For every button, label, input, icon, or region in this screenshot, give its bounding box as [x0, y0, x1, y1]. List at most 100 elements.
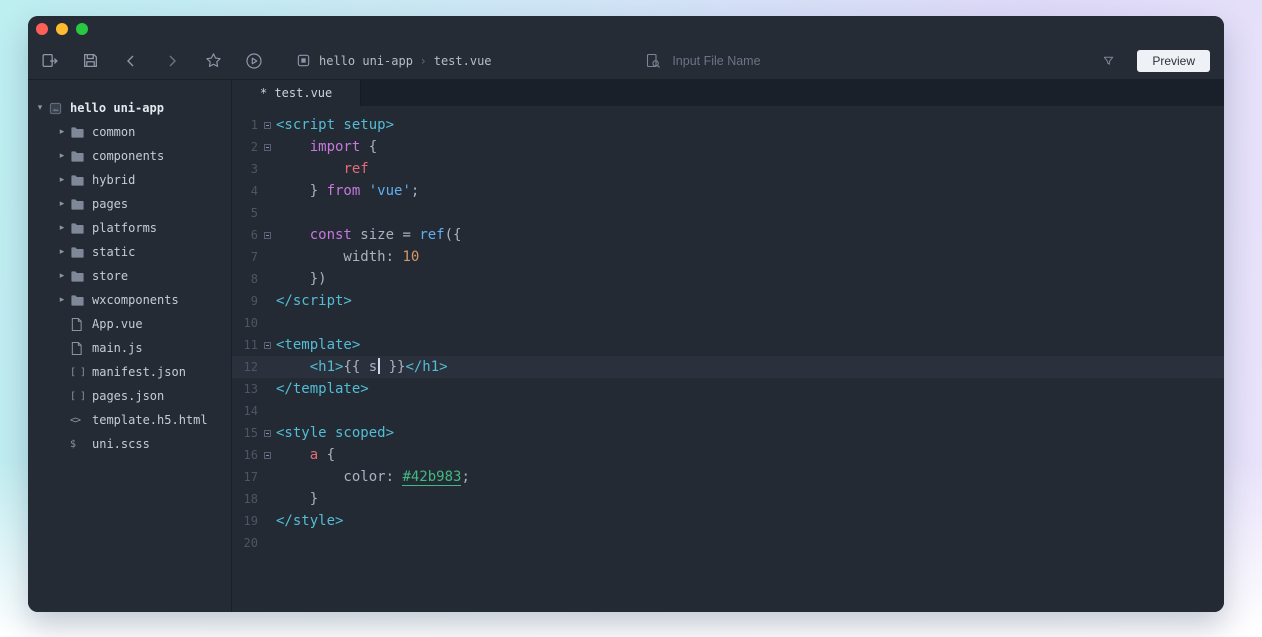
forward-icon[interactable]: [159, 48, 185, 74]
folder-icon: [70, 197, 90, 212]
chevron-right-icon[interactable]: ▸: [54, 199, 70, 209]
file-tree: ▾hello uni-app▸common▸components▸hybrid▸…: [28, 96, 231, 456]
line-number: 3: [232, 162, 258, 176]
chevron-down-icon[interactable]: ▾: [32, 103, 48, 113]
folder-icon: [70, 245, 90, 260]
code-text: width: 10: [276, 249, 419, 265]
folder-item-pages[interactable]: ▸ pages: [28, 192, 231, 216]
code-line-16[interactable]: 16 a {: [232, 444, 1224, 466]
star-icon[interactable]: [200, 48, 226, 74]
breadcrumb-project[interactable]: hello uni-app: [319, 54, 413, 68]
line-number: 2: [232, 140, 258, 154]
fold-marker-icon[interactable]: [258, 430, 276, 437]
chevron-right-icon[interactable]: ▸: [54, 247, 70, 257]
breadcrumb[interactable]: hello uni-app › test.vue: [296, 53, 492, 68]
file-item-main-js[interactable]: main.js: [28, 336, 231, 360]
folder-item-common[interactable]: ▸ common: [28, 120, 231, 144]
code-text: <style scoped>: [276, 425, 394, 441]
folder-icon: [70, 293, 90, 308]
search-input[interactable]: [670, 53, 1102, 69]
folder-icon: [70, 149, 90, 164]
code-editor[interactable]: 1<script setup>2 import {3 ref4 } from '…: [232, 106, 1224, 612]
code-line-11[interactable]: 11<template>: [232, 334, 1224, 356]
chevron-right-icon[interactable]: ▸: [54, 175, 70, 185]
breadcrumb-file[interactable]: test.vue: [434, 54, 492, 68]
code-line-18[interactable]: 18 }: [232, 488, 1224, 510]
folder-icon: [70, 173, 90, 188]
fold-marker-icon[interactable]: [258, 144, 276, 151]
code-text: </template>: [276, 381, 369, 397]
json-icon: [ ]: [70, 391, 90, 402]
preview-button[interactable]: Preview: [1137, 50, 1210, 72]
code-line-15[interactable]: 15<style scoped>: [232, 422, 1224, 444]
filter-icon[interactable]: [1102, 54, 1115, 67]
code-line-12[interactable]: 12 <h1>{{ s }}</h1>: [232, 356, 1224, 378]
code-line-13[interactable]: 13</template>: [232, 378, 1224, 400]
tree-item-label: common: [92, 125, 135, 139]
line-number: 4: [232, 184, 258, 198]
code-line-14[interactable]: 14: [232, 400, 1224, 422]
zoom-button[interactable]: [76, 23, 88, 35]
tree-item-label: pages: [92, 197, 128, 211]
folder-item-components[interactable]: ▸components: [28, 144, 231, 168]
chevron-right-icon[interactable]: ▸: [54, 223, 70, 233]
file-item-template-h5-html[interactable]: <>template.h5.html: [28, 408, 231, 432]
code-line-5[interactable]: 5: [232, 202, 1224, 224]
code-line-7[interactable]: 7 width: 10: [232, 246, 1224, 268]
tree-item-label: template.h5.html: [92, 413, 208, 427]
project-root-hello-uni-app[interactable]: ▾hello uni-app: [28, 96, 231, 120]
line-number: 11: [232, 338, 258, 352]
minimize-button[interactable]: [56, 23, 68, 35]
code-line-1[interactable]: 1<script setup>: [232, 114, 1224, 136]
tree-item-label: App.vue: [92, 317, 143, 331]
code-line-8[interactable]: 8 }): [232, 268, 1224, 290]
code-text: </style>: [276, 513, 343, 529]
line-number: 9: [232, 294, 258, 308]
tree-item-label: static: [92, 245, 135, 259]
close-button[interactable]: [36, 23, 48, 35]
folder-icon: [70, 269, 90, 284]
code-line-6[interactable]: 6 const size = ref({: [232, 224, 1224, 246]
chevron-right-icon[interactable]: ▸: [54, 271, 70, 281]
chevron-right-icon[interactable]: ▸: [54, 151, 70, 161]
line-number: 12: [232, 360, 258, 374]
fold-marker-icon[interactable]: [258, 342, 276, 349]
file-item-pages-json[interactable]: [ ]pages.json: [28, 384, 231, 408]
project-icon: [48, 101, 68, 116]
chevron-right-icon[interactable]: ▸: [54, 127, 70, 137]
code-text: import {: [276, 139, 377, 155]
line-number: 20: [232, 536, 258, 550]
line-number: 16: [232, 448, 258, 462]
code-line-3[interactable]: 3 ref: [232, 158, 1224, 180]
tab-test-vue[interactable]: * test.vue: [232, 80, 361, 106]
file-item-app-vue[interactable]: App.vue: [28, 312, 231, 336]
code-text: <script setup>: [276, 117, 394, 133]
tree-item-label: hybrid: [92, 173, 135, 187]
code-text: </script>: [276, 293, 352, 309]
save-icon[interactable]: [77, 48, 103, 74]
folder-item-platforms[interactable]: ▸platforms: [28, 216, 231, 240]
code-line-20[interactable]: 20: [232, 532, 1224, 554]
code-line-17[interactable]: 17 color: #42b983;: [232, 466, 1224, 488]
code-line-10[interactable]: 10: [232, 312, 1224, 334]
fold-marker-icon[interactable]: [258, 122, 276, 129]
scss-icon: $: [70, 439, 90, 450]
device-run-icon[interactable]: [36, 48, 62, 74]
code-line-4[interactable]: 4 } from 'vue';: [232, 180, 1224, 202]
folder-item-static[interactable]: ▸ static: [28, 240, 231, 264]
run-icon[interactable]: [241, 48, 267, 74]
fold-marker-icon[interactable]: [258, 232, 276, 239]
file-item-uni-scss[interactable]: $uni.scss: [28, 432, 231, 456]
folder-item-wxcomponents[interactable]: ▸wxcomponents: [28, 288, 231, 312]
fold-marker-icon[interactable]: [258, 452, 276, 459]
chevron-right-icon[interactable]: ▸: [54, 295, 70, 305]
folder-item-hybrid[interactable]: ▸ hybrid: [28, 168, 231, 192]
code-line-19[interactable]: 19</style>: [232, 510, 1224, 532]
code-text: a {: [276, 447, 335, 463]
tree-item-label: uni.scss: [92, 437, 150, 451]
back-icon[interactable]: [118, 48, 144, 74]
code-line-2[interactable]: 2 import {: [232, 136, 1224, 158]
folder-item-store[interactable]: ▸store: [28, 264, 231, 288]
code-line-9[interactable]: 9 </script>: [232, 290, 1224, 312]
file-item-manifest-json[interactable]: [ ]manifest.json: [28, 360, 231, 384]
